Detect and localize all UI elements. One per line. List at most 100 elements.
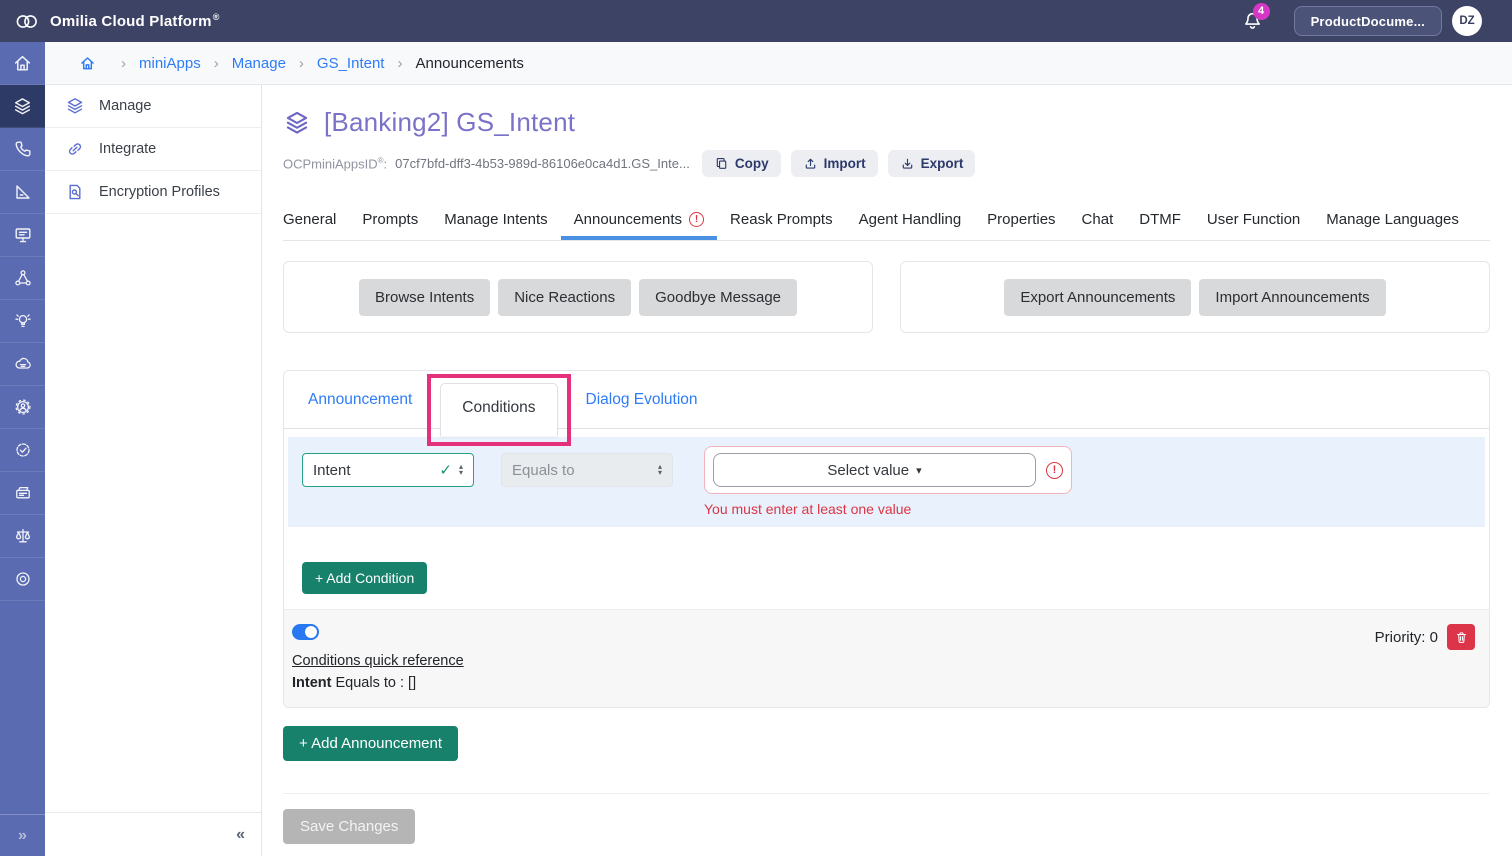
tab-general[interactable]: General [283, 201, 349, 240]
cloud-icon [13, 354, 33, 374]
breadcrumb-gs-intent[interactable]: GS_Intent [317, 55, 385, 72]
breadcrumb-miniapps[interactable]: miniApps [139, 55, 201, 72]
sort-arrows-icon: ▴▾ [459, 464, 463, 476]
sidebar: Manage Integrate Encryption Profiles « [45, 85, 262, 856]
nice-reactions-button[interactable]: Nice Reactions [498, 279, 631, 316]
breadcrumb-separator: › [397, 55, 402, 72]
add-announcement-button[interactable]: + Add Announcement [283, 726, 458, 761]
monitor-chat-icon [13, 225, 33, 245]
rail-item-home[interactable] [0, 42, 45, 85]
condition-error-message: You must enter at least one value [704, 501, 1471, 517]
rail-item-orchestration[interactable] [0, 257, 45, 300]
rail-item-insights[interactable] [0, 300, 45, 343]
tab-chat[interactable]: Chat [1069, 201, 1127, 240]
icon-rail: » [0, 42, 45, 856]
download-icon [900, 156, 915, 171]
tab-prompts[interactable]: Prompts [349, 201, 431, 240]
tab-dtmf[interactable]: DTMF [1126, 201, 1194, 240]
trash-icon [1454, 630, 1469, 645]
brand-text: Omilia Cloud Platform [50, 13, 212, 30]
sidebar-item-integrate[interactable]: Integrate [45, 128, 261, 171]
sidebar-item-manage[interactable]: Manage [45, 85, 261, 128]
rail-item-transcripts[interactable] [0, 472, 45, 515]
account-menu-button[interactable]: ProductDocume... [1294, 6, 1442, 36]
rail-item-quality[interactable] [0, 429, 45, 472]
rail-item-admin[interactable] [0, 386, 45, 429]
tab-user-function[interactable]: User Function [1194, 201, 1313, 240]
tab-error-icon: ! [689, 212, 704, 227]
goodbye-message-button[interactable]: Goodbye Message [639, 279, 797, 316]
export-button[interactable]: Export [888, 150, 976, 177]
network-nodes-icon [13, 268, 33, 288]
avatar[interactable]: DZ [1452, 6, 1482, 36]
copy-label: Copy [735, 156, 769, 171]
set-square-icon [13, 182, 33, 202]
layers-icon [65, 96, 85, 116]
subtab-announcement[interactable]: Announcement [292, 391, 428, 409]
notification-badge: 4 [1253, 3, 1270, 20]
error-icon: ! [1046, 462, 1063, 479]
rail-item-miniapps[interactable] [0, 85, 45, 128]
tab-manage-intents[interactable]: Manage Intents [431, 201, 560, 240]
breadcrumb-separator: › [214, 55, 219, 72]
rail-item-legal[interactable] [0, 515, 45, 558]
select-value-dropdown[interactable]: Select value ▾ [713, 453, 1036, 487]
breadcrumb-home-icon[interactable] [79, 55, 96, 72]
lightbulb-icon [13, 311, 33, 331]
condition-operator-select[interactable]: Equals to ▴▾ [501, 453, 673, 487]
rail-item-recordings[interactable] [0, 558, 45, 601]
copy-button[interactable]: Copy [702, 150, 781, 177]
link-icon [65, 139, 85, 159]
add-condition-button[interactable]: + Add Condition [302, 562, 427, 594]
browse-intents-button[interactable]: Browse Intents [359, 279, 490, 316]
toggle-knob [305, 626, 317, 638]
quick-reference-section: Conditions quick reference Intent Equals… [284, 609, 1489, 707]
sort-arrows-icon: ▴▾ [658, 464, 662, 476]
brand-title: Omilia Cloud Platform® [50, 12, 220, 30]
page: Omilia Cloud Platform® 4 ProductDocume..… [0, 0, 1512, 856]
breadcrumb-manage[interactable]: Manage [232, 55, 286, 72]
subtab-dialog-evolution[interactable]: Dialog Evolution [570, 391, 714, 409]
breadcrumb-separator: › [299, 55, 304, 72]
badge-check-icon [13, 440, 33, 460]
import-button[interactable]: Import [791, 150, 878, 177]
import-announcements-button[interactable]: Import Announcements [1199, 279, 1385, 316]
quick-reference-toggle[interactable] [292, 624, 319, 640]
select-value-placeholder: Select value [827, 462, 909, 479]
notifications-button[interactable]: 4 [1241, 10, 1264, 33]
rail-expand-button[interactable]: » [0, 814, 45, 856]
sidebar-collapse-button[interactable]: « [45, 812, 261, 856]
delete-announcement-button[interactable] [1447, 624, 1475, 650]
save-changes-button[interactable]: Save Changes [283, 809, 415, 844]
condition-value-group: Select value ▾ ! [704, 446, 1072, 494]
miniapp-id-value: 07cf7bfd-dff3-4b53-989d-86106e0ca4d1.GS_… [395, 156, 690, 171]
conditions-quick-reference-link[interactable]: Conditions quick reference [292, 653, 464, 669]
rail-item-deployments[interactable] [0, 343, 45, 386]
phone-icon [13, 139, 33, 159]
breadcrumb: › miniApps › Manage › GS_Intent › Announ… [45, 42, 1512, 85]
sidebar-item-encryption-profiles[interactable]: Encryption Profiles [45, 171, 261, 214]
tab-properties[interactable]: Properties [974, 201, 1068, 240]
tab-manage-languages[interactable]: Manage Languages [1313, 201, 1472, 240]
rail-item-calls[interactable] [0, 128, 45, 171]
priority-label: Priority: 0 [1375, 629, 1438, 646]
rail-item-tools[interactable] [0, 171, 45, 214]
breadcrumb-current: Announcements [415, 55, 523, 72]
stacked-cards-icon [13, 483, 33, 503]
condition-summary-rest: Equals to : [] [336, 675, 417, 691]
subtab-conditions[interactable]: Conditions [440, 383, 557, 436]
condition-operator-value: Equals to [512, 462, 575, 479]
export-label: Export [921, 156, 964, 171]
sidebar-item-label: Manage [99, 98, 151, 114]
brand-registered-mark: ® [213, 12, 220, 22]
tab-reask-prompts[interactable]: Reask Prompts [717, 201, 846, 240]
divider [283, 793, 1490, 794]
intents-card: Browse Intents Nice Reactions Goodbye Me… [283, 261, 873, 333]
condition-field-select[interactable]: Intent ✓ ▴▾ [302, 453, 474, 487]
condition-summary-field: Intent [292, 675, 331, 691]
tab-announcements[interactable]: Announcements ! [561, 201, 717, 240]
rail-item-dialogs[interactable] [0, 214, 45, 257]
tab-bar: General Prompts Manage Intents Announcem… [283, 201, 1490, 241]
export-announcements-button[interactable]: Export Announcements [1004, 279, 1191, 316]
tab-agent-handling[interactable]: Agent Handling [846, 201, 975, 240]
